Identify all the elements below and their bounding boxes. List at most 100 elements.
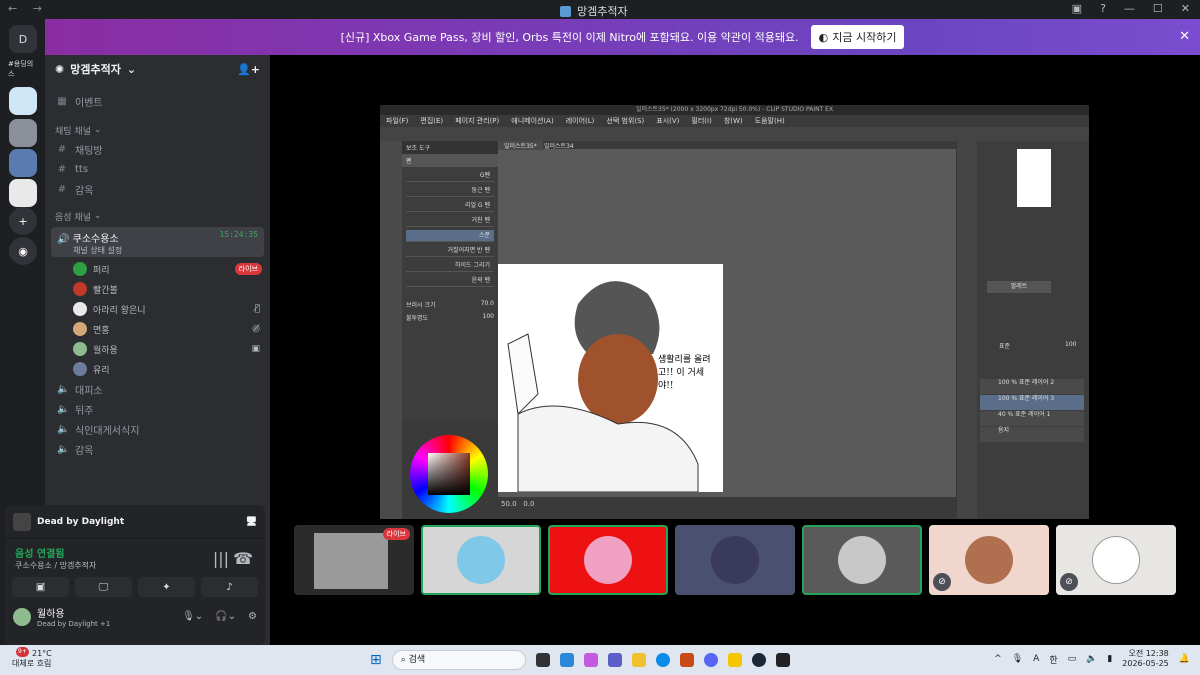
csp-menu-item[interactable]: 레이어(L) (566, 115, 595, 127)
palette-select[interactable]: 팔레트 (987, 281, 1051, 293)
edge-icon[interactable] (655, 653, 670, 667)
banner-close-icon[interactable]: ✕ (1179, 29, 1190, 44)
disconnect-icon[interactable]: ☎ (233, 549, 253, 568)
brush-item[interactable]: G펜 (406, 170, 494, 182)
brush-item[interactable]: 리얼 G 펜 (406, 200, 494, 212)
zoom-value[interactable]: 50.0 (501, 500, 517, 508)
brush-item[interactable]: 하이드 그리기 (406, 260, 494, 272)
channel-text-0[interactable]: # 채팅방 (45, 139, 270, 159)
brush-item[interactable]: 거친 펜 (406, 215, 494, 227)
kakaotalk-icon[interactable] (727, 653, 742, 667)
brush-size-row[interactable]: 브러시 크기 70.0 (402, 290, 498, 311)
brush-group[interactable]: 펜 (402, 154, 498, 167)
csp-menu-item[interactable]: 페이지 관리(P) (455, 115, 499, 127)
brush-item[interactable]: 스푼 (406, 230, 494, 242)
voice-user[interactable]: 월하용 ▣ (45, 339, 270, 359)
task-view-icon[interactable] (535, 653, 550, 667)
close-window-button[interactable]: ✕ (1181, 2, 1190, 15)
network-icon[interactable]: ▭ (1068, 654, 1077, 664)
events-item[interactable]: ▦ 이벤트 (45, 91, 270, 111)
csp-menu-item[interactable]: 도움말(H) (755, 115, 785, 127)
csp-menu-item[interactable]: 필터(I) (691, 115, 711, 127)
canvas-tab[interactable]: 일러스트35* (498, 141, 543, 150)
folder-icon[interactable] (631, 653, 646, 667)
active-voice-channel[interactable]: 🔊 쿠소수용소 15:24:35 채널 상태 설정 (51, 227, 264, 257)
layer-row[interactable]: 40 % 표준 레이어 1 (980, 411, 1084, 426)
voice-channel[interactable]: 🔈 뒤주 (45, 399, 270, 419)
server-icon-3[interactable] (9, 149, 37, 177)
start-icon[interactable]: ⊞ (370, 652, 382, 668)
rotate-value[interactable]: 0.0 (523, 500, 534, 508)
weather-widget[interactable]: 9+ 21°C 대체로 흐림 (12, 647, 52, 669)
mic-icon[interactable]: 🎙 (1012, 654, 1023, 664)
navigator-preview[interactable] (1017, 149, 1051, 207)
ime-indicator[interactable]: 한 (1049, 653, 1057, 666)
chevron-up-icon[interactable]: ^ (994, 654, 1002, 664)
inbox-icon[interactable]: ▣ (1072, 2, 1082, 15)
thumb-user-2[interactable] (548, 525, 668, 595)
color-square[interactable] (428, 453, 470, 495)
channel-text-1[interactable]: # tts (45, 159, 270, 179)
layer-opacity[interactable]: 100 (1065, 341, 1076, 348)
blend-mode[interactable]: 표준 (999, 341, 1010, 350)
steam-icon[interactable] (751, 653, 766, 667)
brush-item[interactable]: 둥근 펜 (406, 185, 494, 197)
font-icon[interactable]: A (1033, 654, 1039, 664)
gear-icon[interactable]: ⚙ (248, 611, 257, 622)
guild-header[interactable]: ✺ 망겜추적자 ⌄ 👤+ (45, 55, 270, 83)
mic-icon[interactable]: 🎙⌄ (182, 611, 203, 622)
volume-icon[interactable]: 🔈 (1086, 654, 1097, 664)
layer-row[interactable]: 용지 (980, 427, 1084, 442)
csp-menu-item[interactable]: 애니메이션(A) (511, 115, 553, 127)
explore-icon[interactable]: ◉ (9, 237, 37, 265)
csp-menu-item[interactable]: 파일(F) (386, 115, 408, 127)
server-icon-1[interactable] (9, 87, 37, 115)
text-category[interactable]: 채팅 채널 ⌄ (45, 121, 270, 139)
help-icon[interactable]: ? (1100, 2, 1106, 15)
dbd-icon[interactable] (775, 653, 790, 667)
voice-user[interactable]: 아라리 왕은니 🎙̸ (45, 299, 270, 319)
activity-row[interactable]: Dead by Daylight 🖥 (5, 505, 265, 539)
brush-item[interactable]: 윤곽 펜 (406, 275, 494, 287)
thumb-user-4[interactable] (802, 525, 922, 595)
maximize-button[interactable]: ☐ (1153, 2, 1163, 15)
csp-canvas-area[interactable]: 일러스트35* 일러스트34 생활리를 올려고!! 이 거세 야!! (498, 141, 956, 497)
nav-arrows[interactable]: ← → (8, 2, 48, 15)
color-wheel[interactable] (410, 435, 488, 513)
voice-user[interactable]: 빨간볼 (45, 279, 270, 299)
activities-button[interactable]: ✦ (138, 577, 195, 597)
soundboard-button[interactable]: ♪ (201, 577, 258, 597)
csp-menu-item[interactable]: 편집(E) (420, 115, 443, 127)
canvas-paper[interactable]: 생활리를 올려고!! 이 거세 야!! (498, 264, 723, 492)
camera-button[interactable]: ▣̸ (12, 577, 69, 597)
battery-icon[interactable]: ▮ (1107, 654, 1112, 664)
copilot-icon[interactable] (583, 653, 598, 667)
screenshare-button[interactable]: 🖵 (75, 577, 132, 597)
voice-channel[interactable]: 🔈 대피소 (45, 379, 270, 399)
app-icon-2[interactable] (679, 653, 694, 667)
csp-menu-item[interactable]: 선택 범위(S) (606, 115, 644, 127)
clock[interactable]: 오전 12:38 2026-05-25 (1122, 649, 1169, 669)
server-icon-2[interactable] (9, 119, 37, 147)
add-server-icon[interactable]: + (9, 207, 37, 235)
thumb-user-3[interactable] (675, 525, 795, 595)
thumb-user-5[interactable]: ⊘ (929, 525, 1049, 595)
voice-user[interactable]: 유리 (45, 359, 270, 379)
voice-channel[interactable]: 🔈 식인대게서식지 (45, 419, 270, 439)
csp-menu-item[interactable]: 창(W) (724, 115, 743, 127)
self-avatar[interactable] (13, 607, 31, 626)
channel-status[interactable]: 채널 상태 설정 (57, 245, 258, 256)
opacity-row[interactable]: 불투명도 100 (402, 311, 498, 324)
layer-row[interactable]: 100 % 표준 레이어 3 (980, 395, 1084, 410)
discord-icon[interactable] (703, 653, 718, 667)
channel-text-2[interactable]: # 감옥 (45, 179, 270, 199)
bell-icon[interactable]: 🔔 (1179, 654, 1190, 664)
headphone-icon[interactable]: 🎧⌄ (215, 611, 236, 622)
discord-home-icon[interactable]: D (9, 25, 37, 53)
stream-game-icon[interactable]: 🖥 (246, 517, 257, 527)
voice-user[interactable]: 면홍 ◎̸ (45, 319, 270, 339)
brush-item[interactable]: 거칠어지면 반 펜 (406, 245, 494, 257)
minimize-button[interactable]: — (1124, 2, 1135, 15)
thumb-screenshare[interactable]: 라이브 (294, 525, 414, 595)
app-icon[interactable] (559, 653, 574, 667)
